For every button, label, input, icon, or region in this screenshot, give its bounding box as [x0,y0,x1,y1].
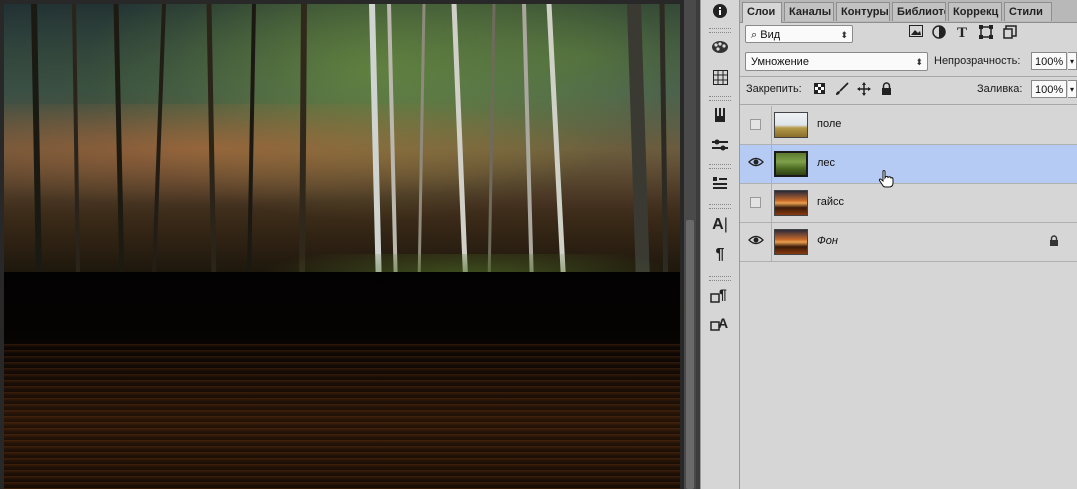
type-filter-icon[interactable]: T [954,25,970,41]
dock-grip[interactable] [709,28,731,33]
lock-transparent-icon[interactable] [811,82,827,98]
svg-text:¶: ¶ [719,286,727,302]
tab-libraries[interactable]: Библиотек [892,2,946,21]
tab-paths[interactable]: Контуры [836,2,890,21]
chevron-updown-icon: ⬍ [915,57,923,67]
eye-icon [748,234,764,248]
adjust-icon[interactable] [708,134,732,156]
layer-row-gaiss[interactable]: гайсс [740,184,1077,223]
layer-thumbnail-background [774,229,808,255]
tab-layers[interactable]: Слои [742,2,782,23]
fill-input[interactable]: 100% [1031,80,1067,98]
eye-icon [748,156,764,170]
document-canvas-area [0,0,696,489]
layer-visibility-toggle[interactable] [740,184,772,222]
document-canvas[interactable] [4,4,680,489]
blend-mode-value: Умножение [751,56,809,68]
layers-panel: Слои Каналы Контуры Библиотек Коррекц Ст… [740,0,1077,489]
lock-icon [1047,235,1061,249]
layer-visibility-toggle[interactable] [740,223,772,261]
layer-visibility-toggle[interactable] [740,106,772,144]
layer-name[interactable]: поле [817,118,841,130]
blend-mode-select[interactable]: Умножение ⬍ [745,52,928,71]
layers-list: поле лес гайсс Фон [740,106,1077,262]
panel-dock-icons: A | ¶ ¶ A [700,0,740,489]
panel-tab-bar: Слои Каналы Контуры Библиотек Коррекц Ст… [740,0,1077,23]
panel-separator [740,76,1077,77]
canvas-scrollbar-thumb[interactable] [686,220,694,489]
lock-brush-icon[interactable] [834,82,850,98]
layer-filter-select[interactable]: ⌕ Вид ⬍ [745,25,853,43]
dock-grip[interactable] [709,164,731,169]
opacity-input[interactable]: 100% [1031,52,1067,70]
layer-name[interactable]: лес [817,157,835,169]
dock-grip[interactable] [709,96,731,101]
layer-row-background[interactable]: Фон [740,223,1077,262]
paragraph-icon[interactable]: ¶ [708,244,732,266]
fill-dropdown-icon[interactable]: ▾ [1068,80,1077,98]
adjustment-filter-icon[interactable] [931,25,947,41]
brush-presets-icon[interactable] [708,104,732,126]
layer-comps-icon[interactable] [708,172,732,194]
lock-all-icon[interactable] [878,82,894,98]
character-icon[interactable]: A | [708,214,732,236]
lock-move-icon[interactable] [856,82,872,98]
layer-thumbnail-gaiss [774,190,808,216]
grid-icon[interactable] [708,66,732,88]
hand-cursor-icon [878,170,894,193]
smart-object-filter-icon[interactable] [1002,25,1018,41]
dock-grip[interactable] [709,204,731,209]
search-icon: ⌕ [751,29,758,41]
fill-label: Заливка: [977,83,1023,95]
tab-channels[interactable]: Каналы [784,2,834,21]
layer-name[interactable]: Фон [817,235,838,247]
layer-row-field[interactable]: поле [740,106,1077,145]
layer-thumbnail-field [774,112,808,138]
canvas-ground [4,272,680,352]
canvas-scrollbar[interactable] [684,0,696,489]
shape-filter-icon[interactable] [978,25,994,41]
paragraph-style-icon[interactable]: ¶ [708,284,732,306]
lock-label: Закрепить: [746,83,802,95]
layer-thumbnail-forest [774,151,808,177]
visibility-off-box [750,119,761,130]
character-style-icon[interactable]: A [708,312,732,334]
layer-filter-value: Вид [760,29,781,41]
tab-adjustments[interactable]: Коррекц [948,2,1002,21]
image-filter-icon[interactable] [908,25,924,41]
svg-text:A: A [718,315,728,331]
tab-styles[interactable]: Стили [1004,2,1052,21]
chevron-updown-icon: ⬍ [840,30,848,40]
layer-row-forest[interactable]: лес [740,145,1077,184]
canvas-reflection [4,344,680,489]
opacity-label: Непрозрачность: [934,55,1021,67]
visibility-off-box [750,197,761,208]
layer-visibility-toggle[interactable] [740,145,772,183]
dock-grip[interactable] [709,276,731,281]
layer-name[interactable]: гайсс [817,196,844,208]
info-icon[interactable] [708,0,732,22]
opacity-dropdown-icon[interactable]: ▾ [1068,52,1077,70]
swatches-icon[interactable] [708,36,732,58]
panel-separator [740,104,1077,105]
